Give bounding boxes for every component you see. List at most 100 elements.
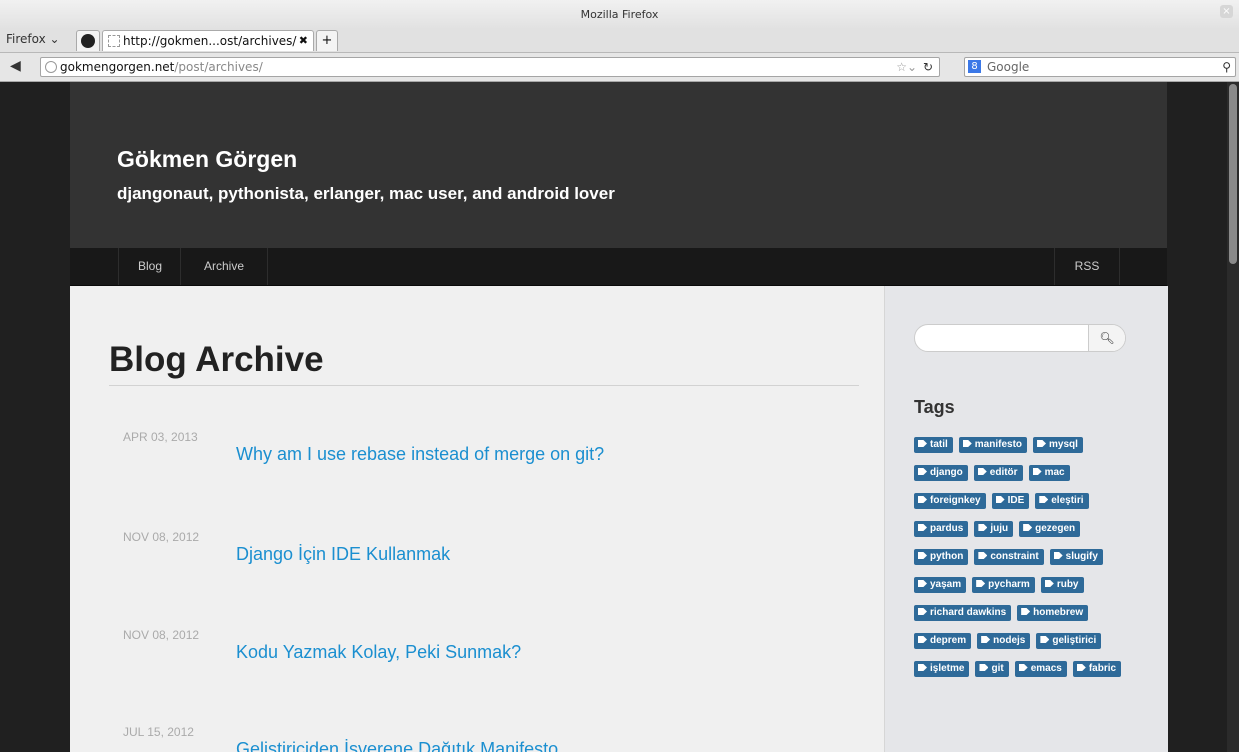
page-favicon-icon <box>108 35 120 47</box>
tag-link[interactable]: IDE <box>991 493 1030 509</box>
page-title: Blog Archive <box>109 340 324 379</box>
tag-icon <box>918 552 927 559</box>
window-titlebar: Mozilla Firefox × <box>0 0 1239 29</box>
tag-label: eleştiri <box>1051 495 1084 506</box>
tag-label: foreignkey <box>930 495 981 506</box>
tag-link[interactable]: editör <box>973 465 1023 481</box>
tag-link[interactable]: nodejs <box>977 633 1031 649</box>
tab-archives[interactable]: http://gokmen...ost/archives/ ✖ <box>102 30 314 51</box>
tag-link[interactable]: deprem <box>914 633 972 649</box>
tag-link[interactable]: eleştiri <box>1035 493 1089 509</box>
back-arrow-icon[interactable]: ◀ <box>10 58 21 74</box>
url-path: /post/archives/ <box>174 60 263 74</box>
tag-link[interactable]: pardus <box>914 521 969 537</box>
new-tab-button[interactable]: + <box>316 30 338 51</box>
tag-icon <box>918 608 927 615</box>
tag-link[interactable]: tatil <box>914 437 953 453</box>
tag-icon <box>976 580 986 587</box>
tag-link[interactable]: yaşam <box>914 577 967 593</box>
tag-icon <box>978 524 988 531</box>
nav-rss[interactable]: RSS <box>1054 248 1120 285</box>
tag-icon <box>918 636 927 643</box>
tag-link[interactable]: gezegen <box>1019 521 1081 537</box>
tag-link[interactable]: emacs <box>1014 661 1067 677</box>
post-link[interactable]: Why am I use rebase instead of merge on … <box>236 444 604 465</box>
tag-label: nodejs <box>993 635 1026 646</box>
navigation-toolbar: ◀ gokmengorgen.net/post/archives/ ☆⌄ ↻ 8… <box>0 53 1239 82</box>
tag-icon <box>918 468 927 475</box>
post-link[interactable]: Kodu Yazmak Kolay, Peki Sunmak? <box>236 642 521 663</box>
google-icon[interactable]: 8 <box>968 60 981 73</box>
tag-label: geliştirici <box>1052 635 1097 646</box>
tag-link[interactable]: django <box>914 465 968 481</box>
tag-link[interactable]: manifesto <box>958 437 1028 453</box>
scrollbar[interactable] <box>1227 82 1239 752</box>
tag-icon <box>918 440 927 447</box>
tag-link[interactable]: slugify <box>1049 549 1103 565</box>
globe-icon <box>45 61 57 73</box>
firefox-menu-button[interactable]: Firefox ⌄ <box>6 32 60 46</box>
site-subtitle: djangonaut, pythonista, erlanger, mac us… <box>117 184 615 203</box>
tag-link[interactable]: mysql <box>1033 437 1083 453</box>
tag-link[interactable]: işletme <box>914 661 970 677</box>
nav-archive[interactable]: Archive <box>180 248 268 285</box>
tag-label: IDE <box>1007 495 1025 506</box>
url-text[interactable]: gokmengorgen.net/post/archives/ <box>60 58 263 76</box>
tag-link[interactable]: juju <box>974 521 1014 537</box>
main-content: Blog Archive APR 03, 2013 Why am I use r… <box>70 286 884 752</box>
reload-icon[interactable]: ↻ <box>923 58 933 76</box>
window-close-icon[interactable]: × <box>1220 5 1233 18</box>
search-button[interactable]: 🔍︎ <box>1088 325 1125 351</box>
tag-link[interactable]: foreignkey <box>914 493 986 509</box>
tag-label: fabric <box>1088 663 1117 674</box>
tag-link[interactable]: ruby <box>1040 577 1084 593</box>
tag-label: django <box>930 467 963 478</box>
tag-label: manifesto <box>974 439 1023 450</box>
search-input[interactable] <box>923 328 1087 348</box>
tag-link[interactable]: fabric <box>1072 661 1122 677</box>
search-bar[interactable]: 8 Google ⚲ <box>964 57 1236 77</box>
divider <box>109 385 859 386</box>
tag-link[interactable]: git <box>975 661 1009 677</box>
post-link[interactable]: Django İçin IDE Kullanmak <box>236 544 450 565</box>
tag-link[interactable]: mac <box>1028 465 1070 481</box>
tag-icon <box>918 524 927 531</box>
tag-icon <box>1040 636 1050 643</box>
tag-icon <box>978 552 988 559</box>
search-icon[interactable]: ⚲ <box>1222 58 1231 76</box>
tag-label: mac <box>1044 467 1065 478</box>
tag-label: editör <box>989 467 1018 478</box>
tag-icon <box>981 636 991 643</box>
site-title[interactable]: Gökmen Görgen <box>117 146 297 173</box>
tab-close-icon[interactable]: ✖ <box>299 34 308 47</box>
tag-icon <box>918 496 927 503</box>
tag-label: mysql <box>1049 439 1078 450</box>
tag-label: pardus <box>930 523 964 534</box>
window-title: Mozilla Firefox <box>580 8 659 21</box>
tag-icon <box>918 580 927 587</box>
tag-label: python <box>930 551 964 562</box>
post-date: NOV 08, 2012 <box>123 628 200 642</box>
tab-strip: Firefox ⌄ http://gokmen...ost/archives/ … <box>0 28 1239 53</box>
tag-label: ruby <box>1056 579 1079 590</box>
tag-link[interactable]: geliştirici <box>1036 633 1102 649</box>
search-icon: 🔍︎ <box>1099 331 1115 345</box>
star-icon[interactable]: ☆⌄ <box>896 58 917 76</box>
tag-icon <box>1037 440 1047 447</box>
tag-label: işletme <box>930 663 965 674</box>
tag-label: slugify <box>1065 551 1098 562</box>
tag-link[interactable]: python <box>914 549 969 565</box>
post-link[interactable]: Geliştiriciden İşverene Dağıtık Manifest… <box>236 739 558 752</box>
tag-label: gezegen <box>1035 523 1076 534</box>
scrollbar-thumb[interactable] <box>1229 84 1237 264</box>
nav-blog[interactable]: Blog <box>118 248 181 285</box>
sidebar: 🔍︎ Tags tatil manifesto mysql django editör m… <box>884 286 1168 752</box>
pinned-tab[interactable] <box>76 30 100 51</box>
tag-link[interactable]: richard dawkins <box>914 605 1012 621</box>
url-bar[interactable]: gokmengorgen.net/post/archives/ ☆⌄ ↻ <box>40 57 940 77</box>
tag-link[interactable]: homebrew <box>1017 605 1089 621</box>
tag-link[interactable]: constraint <box>974 549 1044 565</box>
tag-link[interactable]: pycharm <box>972 577 1035 593</box>
sidebar-search: 🔍︎ <box>914 324 1126 352</box>
firefox-menu-label: Firefox <box>6 32 46 46</box>
